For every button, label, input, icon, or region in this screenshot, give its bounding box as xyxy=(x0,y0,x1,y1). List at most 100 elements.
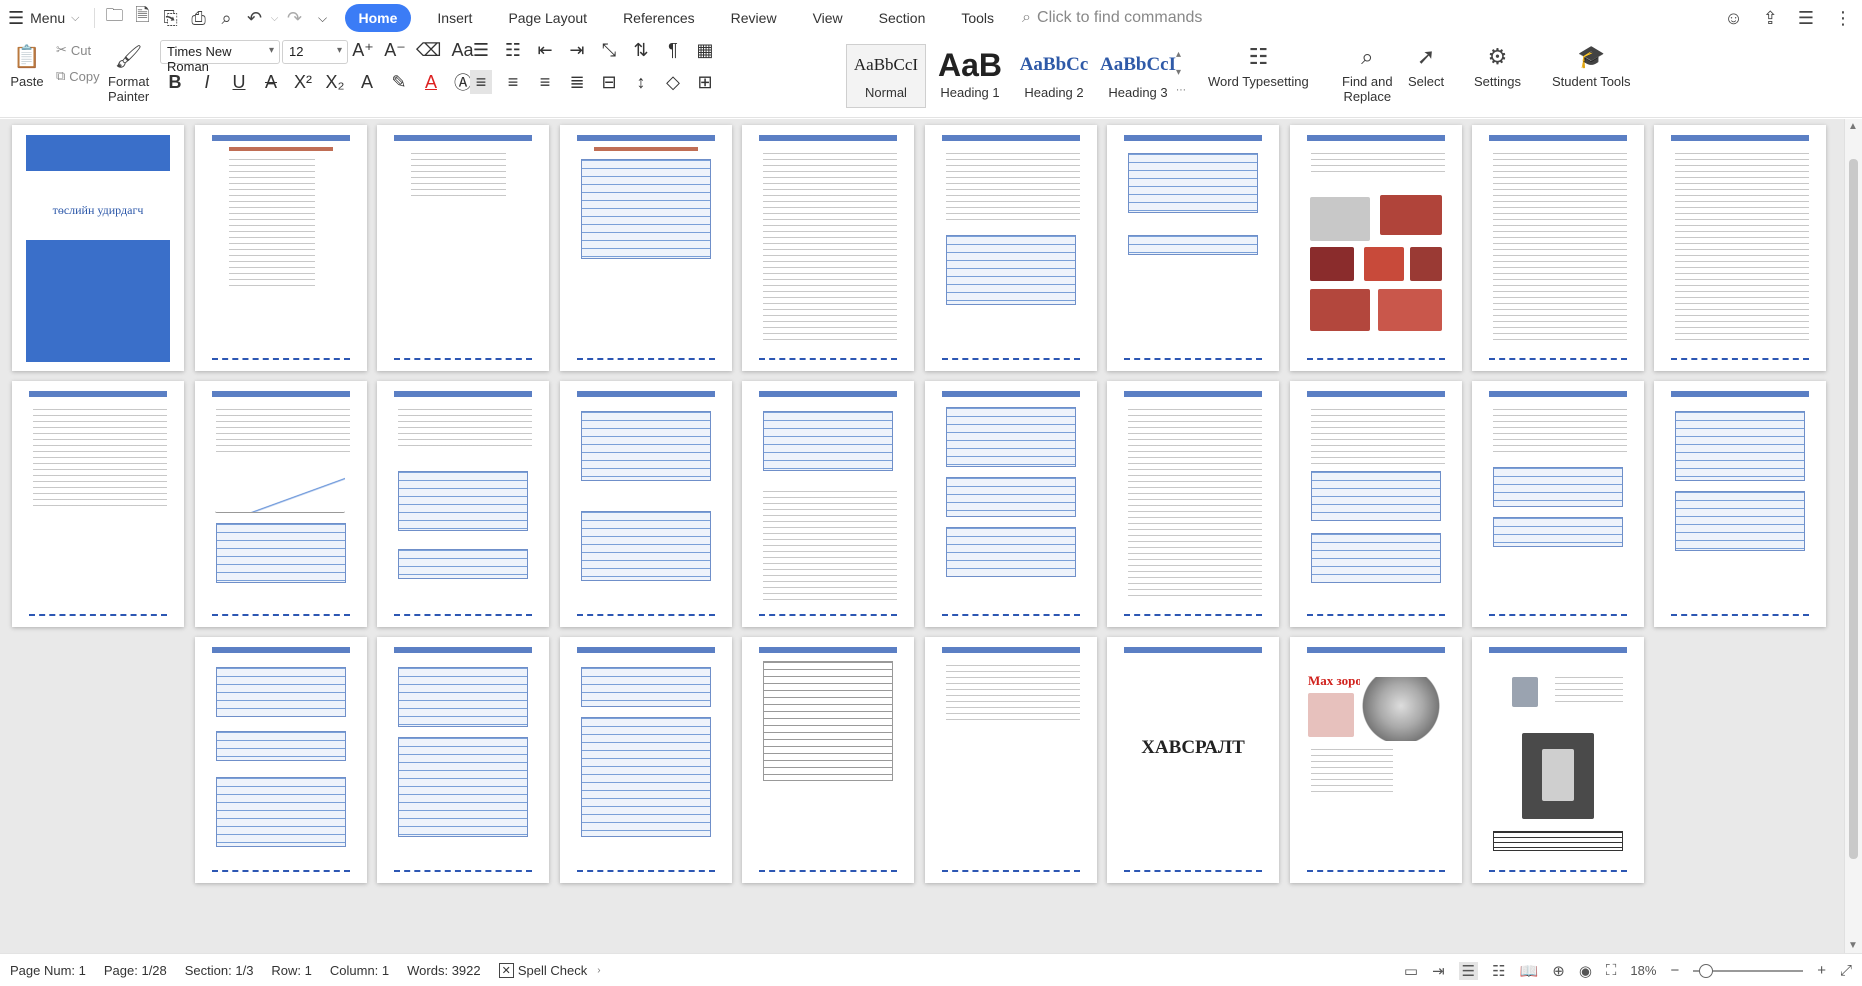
scroll-up-icon[interactable]: ▲ xyxy=(1848,121,1858,132)
copy-button[interactable]: ⧉ Copy xyxy=(56,68,100,84)
style-heading-1[interactable]: AaB Heading 1 xyxy=(930,44,1010,108)
page-thumbnail[interactable] xyxy=(1290,381,1462,627)
tab-view[interactable]: View xyxy=(795,4,861,32)
print-layout-icon[interactable]: ☰ xyxy=(1458,961,1479,980)
customize-toolbar-icon[interactable]: ⌵ xyxy=(309,4,337,32)
page-thumbnail[interactable] xyxy=(925,381,1097,627)
page-thumbnail[interactable] xyxy=(742,125,914,371)
grow-font-icon[interactable]: A⁺ xyxy=(352,38,374,62)
word-typesetting-button[interactable]: ☷ Word Typesetting xyxy=(1208,40,1309,89)
scroll-down-icon[interactable]: ▼ xyxy=(1848,940,1858,951)
superscript-icon[interactable]: X² xyxy=(292,70,314,94)
distributed-icon[interactable]: ⊟ xyxy=(598,70,620,94)
page-thumbnail[interactable] xyxy=(377,125,549,371)
shrink-font-icon[interactable]: A⁻ xyxy=(384,38,406,62)
vertical-scrollbar[interactable]: ▲ ▼ xyxy=(1844,119,1862,953)
page-num-indicator[interactable]: Page Num: 1 xyxy=(10,963,86,978)
tab-references[interactable]: References xyxy=(605,4,713,32)
outline-icon[interactable]: ▭ xyxy=(1404,962,1418,980)
zoom-in-icon[interactable]: + xyxy=(1817,962,1826,979)
print-preview-icon[interactable]: ⌕ xyxy=(213,4,241,32)
chinese-layout-icon[interactable]: ⤡ xyxy=(598,38,620,62)
borders-icon[interactable]: ⊞ xyxy=(694,70,716,94)
justify-icon[interactable]: ≣ xyxy=(566,70,588,94)
numbering-icon[interactable]: ☷ xyxy=(502,38,524,62)
page-thumbnail[interactable] xyxy=(1290,125,1462,371)
redo-icon[interactable]: ↷ xyxy=(281,4,309,32)
tab-insert[interactable]: Insert xyxy=(419,4,490,32)
undo-dropdown-icon[interactable]: ⌵ xyxy=(269,4,281,32)
underline-icon[interactable]: U xyxy=(228,70,250,94)
cut-button[interactable]: ✂ Cut xyxy=(56,42,91,58)
tab-tools[interactable]: Tools xyxy=(943,4,1012,32)
fit-page-icon[interactable]: ⛶ xyxy=(1606,962,1617,979)
document-canvas[interactable]: төслийн удирдагч ХАВСРАЛТ Мах зорогч xyxy=(0,119,1844,953)
tab-page-layout[interactable]: Page Layout xyxy=(490,4,605,32)
page-thumbnail[interactable]: Мах зорогч xyxy=(1290,637,1462,883)
page-thumbnail[interactable] xyxy=(560,637,732,883)
align-right-icon[interactable]: ≡ xyxy=(534,70,556,94)
zoom-out-icon[interactable]: − xyxy=(1670,962,1679,979)
bold-icon[interactable]: B xyxy=(164,70,186,94)
page-thumbnail[interactable] xyxy=(1654,125,1826,371)
outline-view-icon[interactable]: ☷ xyxy=(1492,962,1505,980)
show-marks-icon[interactable]: ¶ xyxy=(662,38,684,62)
comments-icon[interactable]: ☰ xyxy=(1798,8,1814,29)
command-search[interactable]: ⌕ Click to find commands xyxy=(1022,9,1202,27)
styles-scroll[interactable]: ▴ ▾ ⋯ xyxy=(1176,46,1186,100)
open-folder-icon[interactable]: 🗀 xyxy=(101,4,129,32)
page-thumbnail[interactable] xyxy=(1472,637,1644,883)
shading-icon[interactable]: ◇ xyxy=(662,70,684,94)
line-spacing-icon[interactable]: ↕ xyxy=(630,70,652,94)
undo-icon[interactable]: ↶ xyxy=(241,4,269,32)
page-thumbnail[interactable] xyxy=(1107,125,1279,371)
italic-icon[interactable]: I xyxy=(196,70,218,94)
eye-protection-icon[interactable]: ◉ xyxy=(1579,962,1592,980)
highlight-icon[interactable]: ✎ xyxy=(388,70,410,94)
clear-format-icon[interactable]: ⌫ xyxy=(416,38,441,62)
page-thumbnail[interactable] xyxy=(742,381,914,627)
font-color-icon[interactable]: A xyxy=(420,70,442,94)
text-effects-icon[interactable]: A xyxy=(356,70,378,94)
page-thumbnail[interactable] xyxy=(925,637,1097,883)
scrollbar-thumb[interactable] xyxy=(1849,159,1858,859)
reading-mode-icon[interactable]: 📖 xyxy=(1520,962,1539,980)
student-tools-button[interactable]: 🎓 Student Tools xyxy=(1552,40,1631,89)
navigation-icon[interactable]: ⇥ xyxy=(1432,962,1445,980)
format-painter-button[interactable]: 🖌 Format Painter xyxy=(108,40,149,104)
paste-button[interactable]: 📋 Paste xyxy=(10,40,44,89)
zoom-slider-knob[interactable] xyxy=(1699,963,1714,978)
page-thumbnail[interactable] xyxy=(560,381,732,627)
section-indicator[interactable]: Section: 1/3 xyxy=(185,963,254,978)
find-replace-button[interactable]: ⌕ Find and Replace xyxy=(1342,40,1393,104)
share-icon[interactable]: ⇪ xyxy=(1763,8,1778,29)
page-thumbnail[interactable] xyxy=(1107,381,1279,627)
subscript-icon[interactable]: X₂ xyxy=(324,70,346,94)
print-icon[interactable]: ⎙ xyxy=(185,4,213,32)
page-thumbnail[interactable] xyxy=(1472,381,1644,627)
tab-section[interactable]: Section xyxy=(861,4,944,32)
font-size-select[interactable]: 12 ▾ xyxy=(282,40,348,64)
increase-indent-icon[interactable]: ⇥ xyxy=(566,38,588,62)
style-heading-2[interactable]: AaBbCc Heading 2 xyxy=(1014,44,1094,108)
user-icon[interactable]: ☺ xyxy=(1724,8,1742,29)
strikethrough-icon[interactable]: A xyxy=(260,70,282,94)
page-thumbnail[interactable] xyxy=(195,637,367,883)
page-thumbnail[interactable] xyxy=(195,125,367,371)
page-thumbnail[interactable] xyxy=(1472,125,1644,371)
tab-review[interactable]: Review xyxy=(713,4,795,32)
save-icon[interactable]: 🗎 xyxy=(129,4,157,32)
word-count[interactable]: Words: 3922 xyxy=(407,963,480,978)
sort-icon[interactable]: ⇅ xyxy=(630,38,652,62)
page-thumbnail[interactable] xyxy=(12,381,184,627)
spell-check-button[interactable]: ✕ Spell Check › xyxy=(498,962,601,978)
more-options-icon[interactable]: ⋮ xyxy=(1834,8,1852,29)
settings-button[interactable]: ⚙ Settings xyxy=(1474,40,1521,89)
select-button[interactable]: ➚ Select xyxy=(1408,40,1444,89)
fullscreen-icon[interactable]: ⤢ xyxy=(1840,962,1852,979)
font-name-select[interactable]: Times New Roman ▾ xyxy=(160,40,280,74)
page-thumbnail[interactable] xyxy=(742,637,914,883)
table-grid-icon[interactable]: ▦ xyxy=(694,38,716,62)
page-indicator[interactable]: Page: 1/28 xyxy=(104,963,167,978)
page-thumbnail[interactable]: төслийн удирдагч xyxy=(12,125,184,371)
